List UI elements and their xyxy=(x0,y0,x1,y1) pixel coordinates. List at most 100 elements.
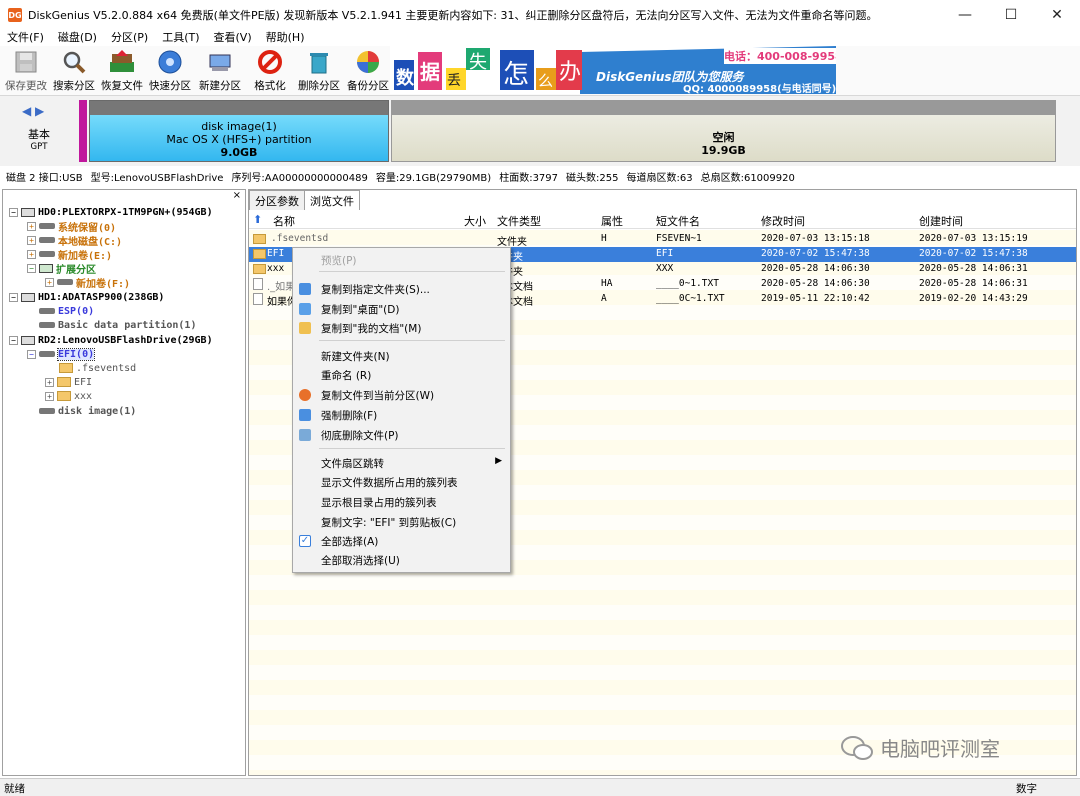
file-name: xxx xyxy=(267,263,285,274)
tree-partition-system-reserved[interactable]: + 系统保留(0) xyxy=(27,219,116,234)
collapse-icon[interactable]: − xyxy=(27,263,36,273)
tab-partition-params[interactable]: 分区参数 xyxy=(249,190,305,210)
tree-partition-efi[interactable]: − EFI(0) xyxy=(27,347,96,361)
maximize-button[interactable]: ☐ xyxy=(988,0,1034,30)
folder-icon xyxy=(253,264,266,274)
menu-item-new-folder[interactable]: 新建文件夹(N) xyxy=(293,347,510,365)
usb-disk-icon xyxy=(21,335,35,345)
file-type: 文件夹 xyxy=(497,237,527,248)
menu-partition[interactable]: 分区(P) xyxy=(104,29,155,45)
backup-partition-button[interactable]: 备份分区 xyxy=(343,48,393,94)
wechat-logo-icon xyxy=(841,735,873,760)
file-row-fseventsd[interactable]: .fseventsd 文件夹 H FSEVEN~1 2020-07-03 13:… xyxy=(249,232,1076,248)
file-modified: 2020-05-28 14:06:30 xyxy=(761,263,870,274)
tree-close-button[interactable]: × xyxy=(233,190,241,201)
menu-item-copy-to-documents[interactable]: 复制到"我的文档"(M) xyxy=(293,319,510,337)
menu-item-select-all[interactable]: ✓ 全部选择(A) xyxy=(293,532,510,550)
tree-partition-c[interactable]: + 本地磁盘(C:) xyxy=(27,233,122,248)
quick-partition-button[interactable]: 快速分区 xyxy=(145,48,195,94)
tree-label: 新加卷(F:) xyxy=(76,278,131,290)
delete-icon xyxy=(299,409,311,421)
expand-icon[interactable]: + xyxy=(27,235,36,245)
menu-help[interactable]: 帮助(H) xyxy=(259,29,312,45)
menu-view[interactable]: 查看(V) xyxy=(207,29,259,45)
expand-icon[interactable]: + xyxy=(27,249,36,259)
collapse-icon[interactable]: − xyxy=(9,335,18,345)
partition-block-free[interactable]: 空闲 19.9GB xyxy=(391,100,1056,162)
tree-disk-hd0[interactable]: − HD0:PLEXTORPX-1TM9PGN+(954GB) xyxy=(9,205,213,219)
save-changes-button[interactable]: 保存更改 xyxy=(1,48,51,94)
status-text: 就绪 xyxy=(4,783,25,795)
partition-size: 9.0GB xyxy=(220,146,258,159)
disk-basic-label: 基本 xyxy=(28,128,50,141)
column-modified[interactable]: 修改时间 xyxy=(761,213,805,229)
menu-item-copy-text[interactable]: 复制文字: "EFI" 到剪贴板(C) xyxy=(293,513,510,531)
column-created[interactable]: 创建时间 xyxy=(919,213,963,229)
watermark: 电脑吧评测室 xyxy=(840,733,1000,762)
collapse-icon[interactable]: − xyxy=(27,349,36,359)
partition-block-disk-image[interactable]: disk image(1) Mac OS X (HFS+) partition … xyxy=(89,100,389,162)
tree-extended-partition[interactable]: − 扩展分区 xyxy=(27,261,96,276)
recover-files-button[interactable]: 恢复文件 xyxy=(97,48,147,94)
partition-icon xyxy=(39,251,55,257)
folder-icon xyxy=(57,391,71,401)
collapse-icon[interactable]: − xyxy=(9,292,18,302)
menu-item-show-root-clusters[interactable]: 显示根目录占用的簇列表 xyxy=(293,493,510,511)
menu-item-preview[interactable]: 预览(P) xyxy=(293,251,510,269)
expand-icon[interactable]: + xyxy=(45,377,54,387)
advertisement-banner[interactable]: 数 据 丢 失 怎 么 办 DiskGenius团队为您服务 电话：400-00… xyxy=(390,46,836,94)
menu-item-label: 全部选择(A) xyxy=(321,535,379,548)
tree-label: HD0:PLEXTORPX-1TM9PGN+(954GB) xyxy=(38,206,213,218)
file-created: 2020-05-28 14:06:31 xyxy=(919,263,1028,274)
minimize-button[interactable]: — xyxy=(942,0,988,30)
menu-disk[interactable]: 磁盘(D) xyxy=(51,29,104,45)
file-list-header: ⬆ 名称 大小 文件类型 属性 短文件名 修改时间 创建时间 xyxy=(249,211,1076,229)
disk-selection-strip xyxy=(79,100,87,162)
tab-browse-files[interactable]: 浏览文件 xyxy=(304,190,360,210)
partition-icon xyxy=(39,351,55,357)
close-button[interactable]: ✕ xyxy=(1034,0,1080,30)
menu-item-force-delete[interactable]: 强制删除(F) xyxy=(293,406,510,424)
collapse-icon[interactable]: − xyxy=(9,207,18,217)
tree-disk-hd1[interactable]: − HD1:ADATASP900(238GB) xyxy=(9,290,164,304)
tree-folder-xxx[interactable]: + xxx xyxy=(45,389,92,403)
file-modified: 2019-05-11 22:10:42 xyxy=(761,293,870,304)
menu-tools[interactable]: 工具(T) xyxy=(155,29,206,45)
menu-item-copy-to-folder[interactable]: 复制到指定文件夹(S)... xyxy=(293,280,510,298)
menu-file[interactable]: 文件(F) xyxy=(0,29,51,45)
expand-icon[interactable]: + xyxy=(27,221,36,231)
expand-icon[interactable]: + xyxy=(45,277,54,287)
tree-folder-efi[interactable]: + EFI xyxy=(45,375,92,389)
new-partition-button[interactable]: 新建分区 xyxy=(195,48,245,94)
tree-partition-basic-data[interactable]: Basic data partition(1) xyxy=(39,318,196,332)
up-directory-icon[interactable]: ⬆ xyxy=(253,213,262,226)
menu-item-label: 复制到"我的文档"(M) xyxy=(321,322,422,335)
column-size[interactable]: 大小 xyxy=(464,213,486,229)
menu-item-copy-to-partition[interactable]: 复制文件到当前分区(W) xyxy=(293,386,510,404)
search-partition-button[interactable]: 搜索分区 xyxy=(49,48,99,94)
backup-label: 备份分区 xyxy=(347,80,389,92)
format-button[interactable]: 格式化 xyxy=(245,48,295,94)
backup-icon xyxy=(354,48,382,76)
tree-partition-f[interactable]: + 新加卷(F:) xyxy=(45,275,131,290)
column-name[interactable]: 名称 xyxy=(273,213,295,229)
expand-icon[interactable]: + xyxy=(45,391,54,401)
menu-item-wipe-delete[interactable]: 彻底删除文件(P) xyxy=(293,426,510,444)
tree-partition-e[interactable]: + 新加卷(E:) xyxy=(27,247,112,262)
delete-partition-button[interactable]: 删除分区 xyxy=(294,48,344,94)
menu-item-sector-jump[interactable]: 文件扇区跳转 ▶ xyxy=(293,454,510,472)
menu-item-show-clusters[interactable]: 显示文件数据所占用的簇列表 xyxy=(293,473,510,491)
menu-separator xyxy=(319,448,505,449)
column-type[interactable]: 文件类型 xyxy=(497,213,541,229)
tree-disk-rd2[interactable]: − RD2:LenovoUSBFlashDrive(29GB) xyxy=(9,333,213,347)
disk-nav-arrows[interactable]: ◀ ▶ xyxy=(22,104,44,118)
tree-folder-fseventsd[interactable]: .fseventsd xyxy=(59,361,136,375)
menu-item-rename[interactable]: 重命名 (R) xyxy=(293,366,510,384)
column-attributes[interactable]: 属性 xyxy=(601,213,623,229)
tree-partition-disk-image[interactable]: disk image(1) xyxy=(39,404,136,418)
menu-item-label: 文件扇区跳转 xyxy=(321,457,384,470)
column-short-name[interactable]: 短文件名 xyxy=(656,213,700,229)
menu-item-deselect-all[interactable]: 全部取消选择(U) xyxy=(293,551,510,569)
tree-partition-esp[interactable]: ESP(0) xyxy=(39,304,94,318)
menu-item-copy-to-desktop[interactable]: 复制到"桌面"(D) xyxy=(293,300,510,318)
